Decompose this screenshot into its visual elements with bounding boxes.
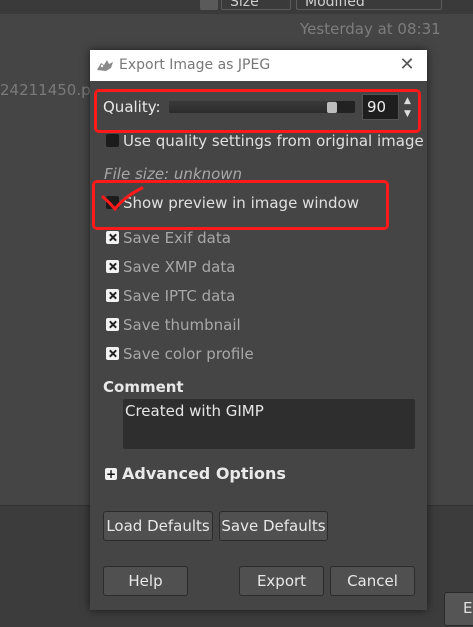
load-defaults-button[interactable]: Load Defaults (103, 511, 213, 541)
dialog-titlebar: Export Image as JPEG ✕ (90, 50, 427, 81)
spin-down-icon[interactable]: ▼ (401, 108, 414, 120)
checkbox-icon (106, 318, 119, 331)
file-size-label: File size: unknown (104, 165, 243, 183)
quality-slider-fill (169, 101, 337, 113)
advanced-options-label: Advanced Options (122, 464, 286, 483)
checkbox-label: Save Exif data (123, 229, 231, 247)
sort-arrow-icon[interactable] (200, 0, 218, 10)
red-checkmark-annotation (101, 186, 144, 212)
export-button[interactable]: Export (239, 566, 324, 596)
checkbox-label: Show preview in image window (123, 194, 359, 212)
checkbox-label: Save IPTC data (123, 287, 236, 305)
cancel-button[interactable]: Cancel (330, 566, 415, 596)
comment-label: Comment (103, 378, 184, 396)
checkbox-label: Save XMP data (123, 258, 236, 276)
export-jpeg-dialog: Export Image as JPEG ✕ Quality: 90 ▲ ▼ U… (90, 50, 427, 610)
checkbox-label: Use quality settings from original image (123, 132, 424, 150)
quality-spinbox[interactable]: 90 (362, 94, 399, 120)
gimp-wilber-icon (97, 60, 113, 71)
checkbox-icon (106, 260, 119, 273)
size-column-header[interactable]: Size (221, 0, 291, 10)
checkbox-label: Save color profile (123, 345, 254, 363)
close-icon[interactable]: ✕ (397, 55, 417, 75)
help-button[interactable]: Help (103, 566, 188, 596)
checkbox-icon (106, 134, 119, 147)
spin-up-icon[interactable]: ▲ (401, 95, 414, 107)
checkbox-label: Save thumbnail (123, 316, 241, 334)
dialog-title: Export Image as JPEG (119, 57, 271, 73)
expand-plus-icon: + (105, 467, 117, 481)
file-modified-date: Yesterday at 08:31 (300, 20, 441, 38)
checkbox-icon (106, 289, 119, 302)
quality-slider-handle[interactable] (327, 102, 338, 113)
comment-textarea[interactable]: Created with GIMP (123, 399, 415, 449)
file-name[interactable]: 24211450.pn (0, 81, 100, 99)
save-defaults-button[interactable]: Save Defaults (219, 511, 328, 541)
modified-column-header[interactable]: Modified (296, 0, 442, 10)
checkbox-icon (106, 231, 119, 244)
checkbox-icon (106, 347, 119, 360)
quality-label: Quality: (103, 98, 161, 116)
export-button-background[interactable]: E (444, 592, 473, 626)
